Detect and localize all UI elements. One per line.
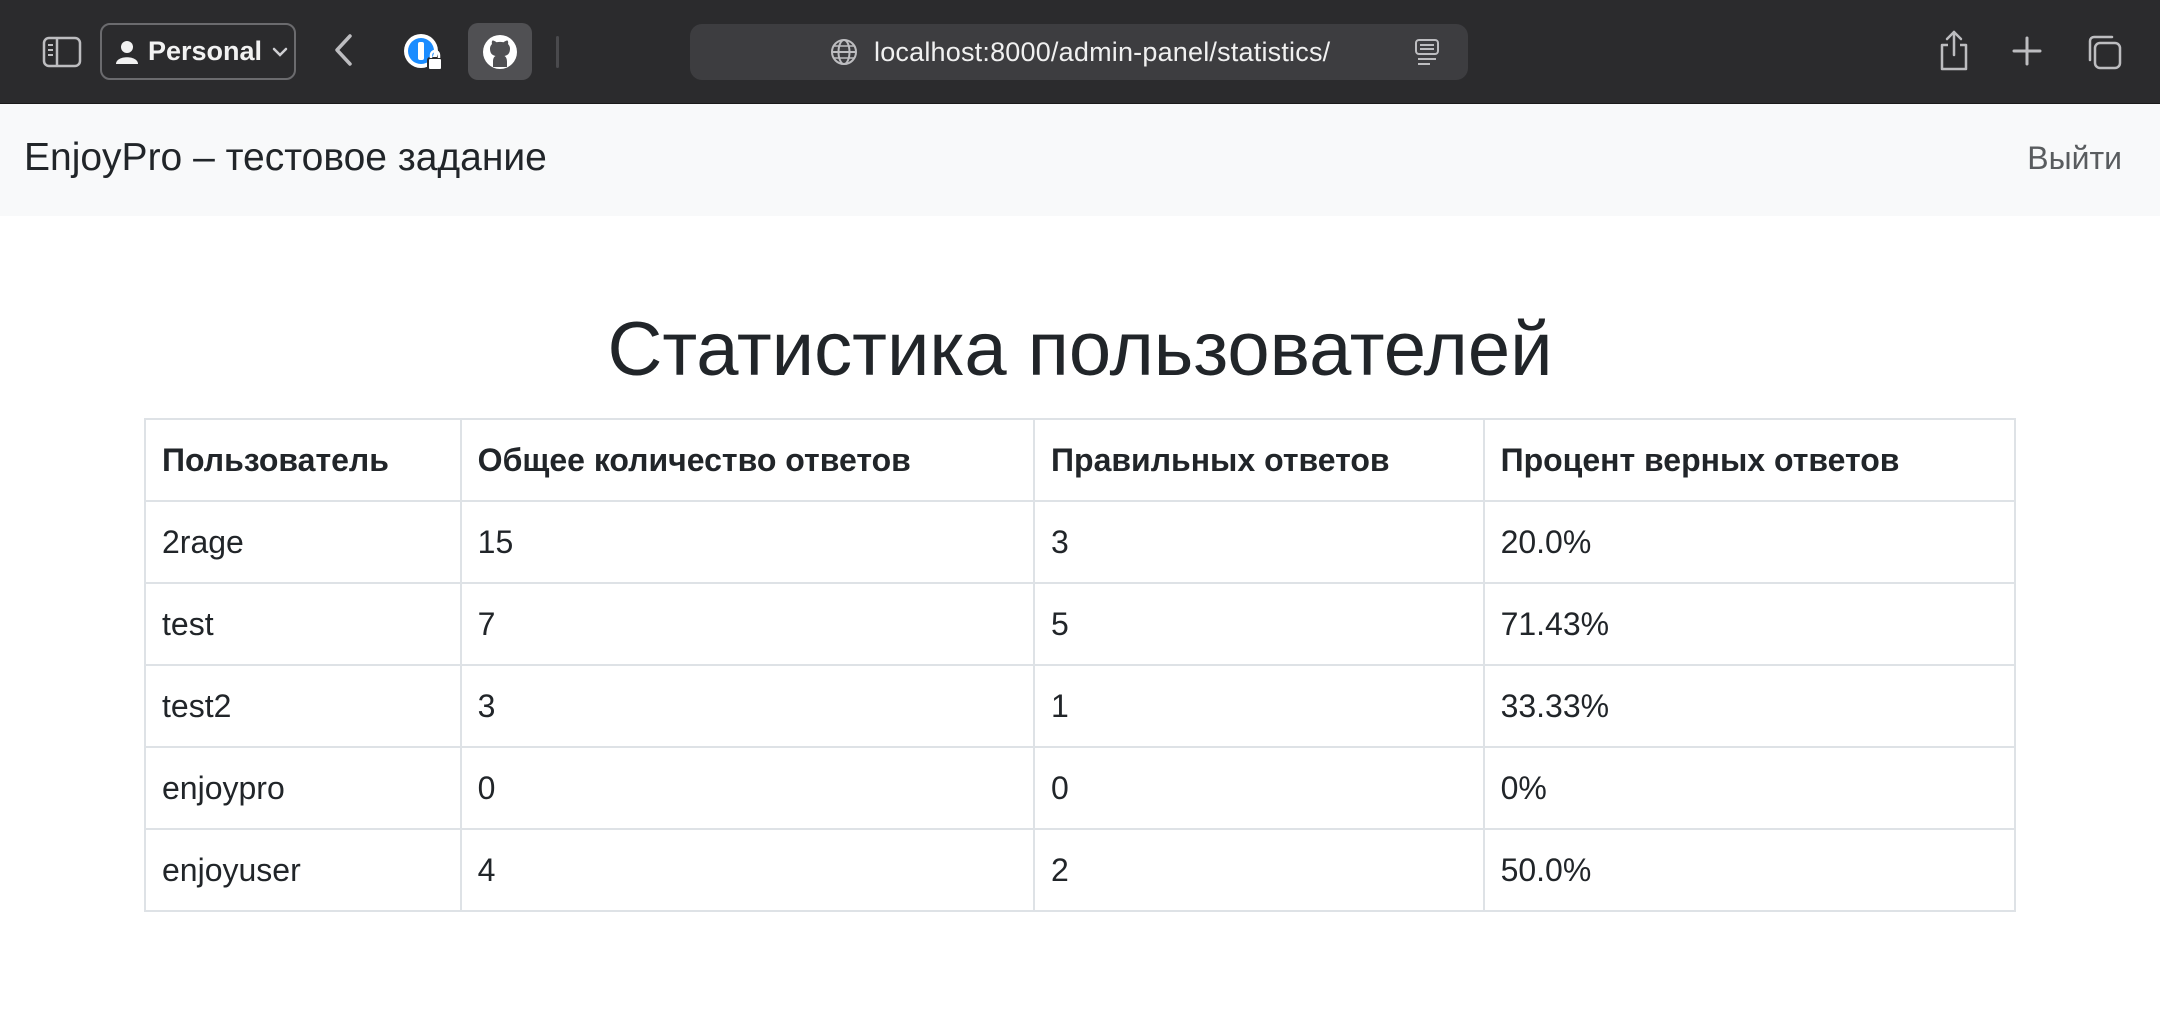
table-row: test 7 5 71.43%	[144, 582, 2017, 666]
reader-mode-icon[interactable]	[1414, 38, 1440, 66]
plus-icon[interactable]	[2006, 30, 2048, 72]
toolbar-divider	[556, 36, 559, 68]
share-icon[interactable]	[1934, 26, 1974, 74]
cell-user: 2rage	[144, 500, 462, 584]
page-title: Статистика пользователей	[607, 307, 1553, 392]
table-row: enjoypro 0 0 0%	[144, 746, 2017, 830]
cell-correct-percent: 20.0%	[1482, 500, 2017, 584]
cell-total-answers: 4	[459, 828, 1036, 912]
header-correct-percent: Процент верных ответов	[1482, 418, 2017, 502]
back-button[interactable]	[326, 30, 362, 74]
address-bar[interactable]: localhost:8000/admin-panel/statistics/	[690, 24, 1468, 80]
url-text: localhost:8000/admin-panel/statistics/	[874, 37, 1331, 67]
cell-correct-percent: 71.43%	[1482, 582, 2017, 666]
table-row: test2 3 1 33.33%	[144, 664, 2017, 748]
profile-button[interactable]: Personal	[100, 23, 296, 80]
cell-correct-answers: 3	[1033, 500, 1485, 584]
browser-toolbar: Personal localhost:8000/admin-panel/stat…	[0, 0, 2160, 104]
table-row: enjoyuser 4 2 50.0%	[144, 828, 2017, 912]
cell-correct-answers: 5	[1033, 582, 1485, 666]
table-row: 2rage 15 3 20.0%	[144, 500, 2017, 584]
app-navbar: EnjoyPro – тестовое задание Выйти	[0, 104, 2160, 216]
1password-icon[interactable]	[400, 30, 446, 76]
logout-link[interactable]: Выйти	[2027, 140, 2122, 177]
table-header-row: Пользователь Общее количество ответов Пр…	[144, 418, 2017, 502]
tab-overview-icon[interactable]	[2082, 30, 2126, 74]
cell-total-answers: 3	[459, 664, 1036, 748]
globe-icon	[830, 38, 858, 66]
cell-correct-answers: 1	[1033, 664, 1485, 748]
sidebar-icon[interactable]	[38, 30, 86, 74]
header-correct-answers: Правильных ответов	[1033, 418, 1485, 502]
cell-user: test	[144, 582, 462, 666]
cell-correct-percent: 0%	[1482, 746, 2017, 830]
github-icon[interactable]	[468, 23, 532, 80]
header-total-answers: Общее количество ответов	[459, 418, 1036, 502]
cell-total-answers: 15	[459, 500, 1036, 584]
cell-total-answers: 0	[459, 746, 1036, 830]
statistics-table: Пользователь Общее количество ответов Пр…	[144, 418, 2017, 912]
chevron-left-icon	[332, 32, 356, 73]
cell-correct-percent: 50.0%	[1482, 828, 2017, 912]
cell-correct-answers: 0	[1033, 746, 1485, 830]
header-user: Пользователь	[144, 418, 462, 502]
cell-correct-answers: 2	[1033, 828, 1485, 912]
chevron-down-icon	[272, 46, 288, 58]
cell-user: enjoypro	[144, 746, 462, 830]
cell-correct-percent: 33.33%	[1482, 664, 2017, 748]
cell-total-answers: 7	[459, 582, 1036, 666]
profile-label: Personal	[148, 36, 263, 66]
person-icon	[116, 40, 138, 64]
cell-user: test2	[144, 664, 462, 748]
cell-user: enjoyuser	[144, 828, 462, 912]
brand-title[interactable]: EnjoyPro – тестовое задание	[24, 136, 547, 180]
